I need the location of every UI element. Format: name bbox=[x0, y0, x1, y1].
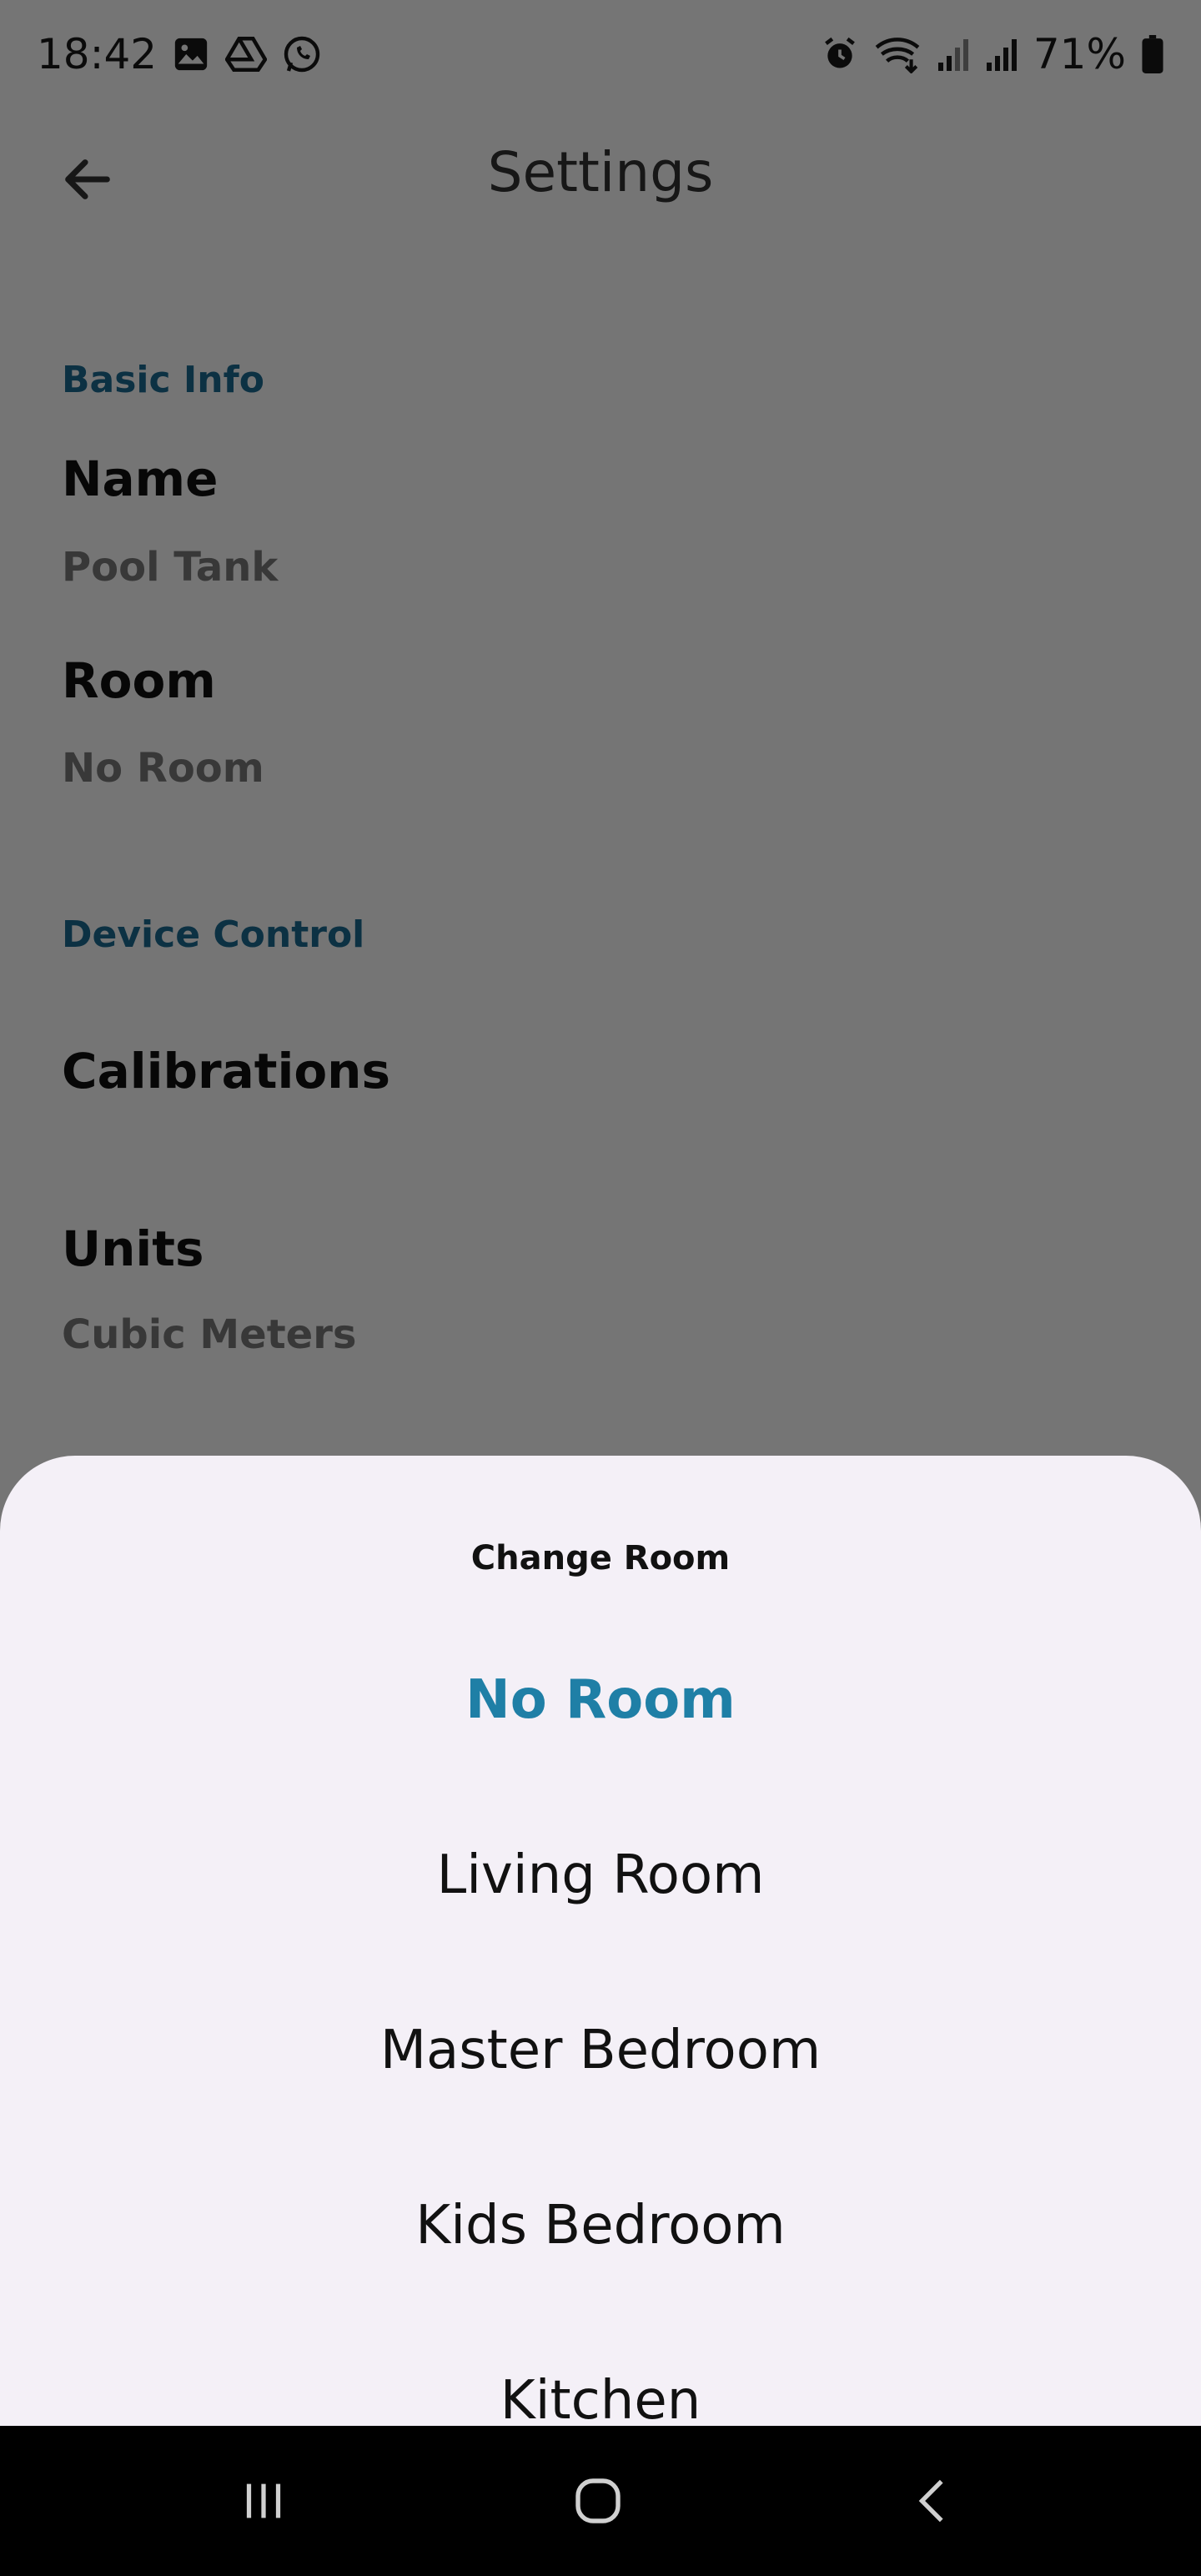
back-icon bbox=[918, 2479, 943, 2523]
home-button[interactable] bbox=[548, 2459, 648, 2543]
whatsapp-icon bbox=[282, 34, 322, 74]
room-option-living-room[interactable]: Living Room bbox=[0, 1825, 1201, 1925]
section-header-device-control: Device Control bbox=[62, 913, 365, 956]
app-bar: Settings bbox=[0, 125, 1201, 225]
room-option-no-room[interactable]: No Room bbox=[0, 1650, 1201, 1750]
battery-percent: 71% bbox=[1033, 30, 1126, 78]
setting-units-title: Units bbox=[62, 1220, 204, 1277]
drive-icon bbox=[225, 35, 268, 73]
status-left: 18:42 bbox=[37, 30, 322, 78]
setting-calibrations[interactable]: Calibrations bbox=[62, 1043, 390, 1099]
gallery-icon bbox=[172, 35, 210, 73]
page-title: Settings bbox=[487, 140, 714, 204]
setting-room-title: Room bbox=[62, 652, 216, 709]
status-bar: 18:42 71% bbox=[0, 0, 1201, 108]
room-option-kids-bedroom[interactable]: Kids Bedroom bbox=[0, 2176, 1201, 2276]
setting-units-value: Cubic Meters bbox=[62, 1311, 357, 1358]
setting-name-value: Pool Tank bbox=[62, 544, 279, 591]
section-header-basic-info: Basic Info bbox=[62, 359, 264, 401]
wifi-icon bbox=[873, 35, 922, 73]
change-room-sheet: Change Room No Room Living Room Master B… bbox=[0, 1456, 1201, 2426]
recent-apps-button[interactable] bbox=[214, 2459, 314, 2543]
sheet-title: Change Room bbox=[470, 1539, 731, 1577]
room-option-kitchen[interactable]: Kitchen bbox=[0, 2351, 1201, 2426]
recent-apps-icon bbox=[246, 2483, 281, 2518]
room-option-master-bedroom[interactable]: Master Bedroom bbox=[0, 2000, 1201, 2101]
battery-icon bbox=[1141, 35, 1164, 73]
setting-room-value: No Room bbox=[62, 745, 264, 792]
signal-icon bbox=[937, 36, 970, 73]
setting-name-title: Name bbox=[62, 450, 219, 507]
status-right: 71% bbox=[822, 30, 1164, 78]
signal-icon bbox=[985, 36, 1018, 73]
home-icon bbox=[575, 2478, 621, 2523]
system-nav-bar bbox=[0, 2426, 1201, 2576]
status-time: 18:42 bbox=[37, 30, 158, 78]
alarm-icon bbox=[822, 36, 858, 73]
system-back-button[interactable] bbox=[884, 2459, 984, 2543]
